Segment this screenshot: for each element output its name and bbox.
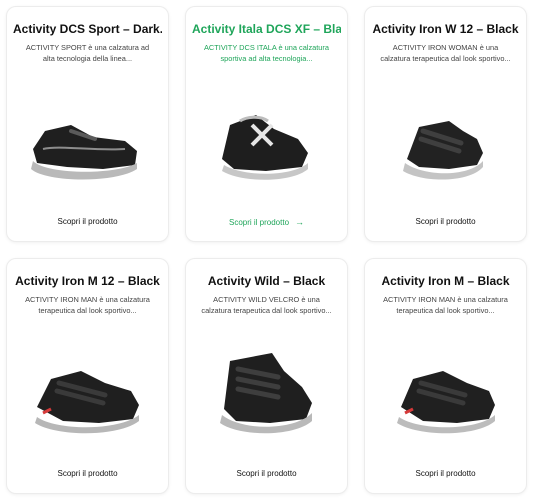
product-description: ACTIVITY IRON MAN è una calzatura terape… xyxy=(383,295,508,315)
sneaker-image xyxy=(397,371,495,434)
product-image[interactable] xyxy=(7,91,168,203)
product-title[interactable]: Activity Itala DCS XF – Black xyxy=(192,22,341,36)
product-card[interactable]: Activity Iron W 12 – Black ACTIVITY IRON… xyxy=(364,6,527,242)
sneaker-image xyxy=(35,371,139,434)
product-description: ACTIVITY IRON WOMAN è una calzatura tera… xyxy=(380,43,511,63)
discover-product-link[interactable]: Scopri il prodotto xyxy=(7,217,168,226)
product-image[interactable] xyxy=(365,91,526,203)
discover-product-link[interactable]: Scopri il prodotto xyxy=(7,469,168,478)
discover-product-label: Scopri il prodotto xyxy=(236,469,297,478)
product-description: ACTIVITY SPORT è una calzatura ad alta t… xyxy=(25,43,150,63)
product-image[interactable] xyxy=(365,343,526,455)
sneaker-image xyxy=(403,121,483,180)
discover-product-label: Scopri il prodotto xyxy=(415,217,476,226)
product-title[interactable]: Activity Iron M 12 – Black xyxy=(13,274,162,288)
product-image[interactable] xyxy=(186,91,347,203)
arrow-right-icon: → xyxy=(295,217,305,227)
discover-product-label: Scopri il prodotto xyxy=(57,217,118,226)
discover-product-link[interactable]: Scopri il prodotto xyxy=(365,217,526,226)
product-grid: Activity DCS Sport – Dark... ACTIVITY SP… xyxy=(0,0,533,500)
product-card[interactable]: Activity Iron M 12 – Black ACTIVITY IRON… xyxy=(6,258,169,494)
sneaker-image xyxy=(31,125,137,180)
product-title[interactable]: Activity Iron M – Black xyxy=(371,274,520,288)
product-description: ACTIVITY DCS ITALA è una calzatura sport… xyxy=(203,43,329,63)
product-title[interactable]: Activity Iron W 12 – Black xyxy=(371,22,520,36)
discover-product-link[interactable]: Scopri il prodotto xyxy=(186,469,347,478)
product-image[interactable] xyxy=(7,343,168,455)
product-card[interactable]: Activity Wild – Black ACTIVITY WILD VELC… xyxy=(185,258,348,494)
product-title[interactable]: Activity DCS Sport – Dark... xyxy=(13,22,162,36)
product-card[interactable]: Activity Itala DCS XF – Black ACTIVITY D… xyxy=(185,6,348,242)
discover-product-link[interactable]: Scopri il prodotto xyxy=(365,469,526,478)
sneaker-image xyxy=(220,353,312,434)
product-description: ACTIVITY IRON MAN è una calzatura terape… xyxy=(25,295,150,315)
discover-product-link[interactable]: Scopri il prodotto → xyxy=(186,217,347,227)
product-description: ACTIVITY WILD VELCRO è una calzatura ter… xyxy=(201,295,332,315)
product-card[interactable]: Activity DCS Sport – Dark... ACTIVITY SP… xyxy=(6,6,169,242)
discover-product-label: Scopri il prodotto xyxy=(228,218,290,227)
sneaker-image xyxy=(222,115,308,180)
product-title[interactable]: Activity Wild – Black xyxy=(192,274,341,288)
product-image[interactable] xyxy=(186,343,347,455)
discover-product-label: Scopri il prodotto xyxy=(57,469,118,478)
discover-product-label: Scopri il prodotto xyxy=(415,469,476,478)
product-card[interactable]: Activity Iron M – Black ACTIVITY IRON MA… xyxy=(364,258,527,494)
